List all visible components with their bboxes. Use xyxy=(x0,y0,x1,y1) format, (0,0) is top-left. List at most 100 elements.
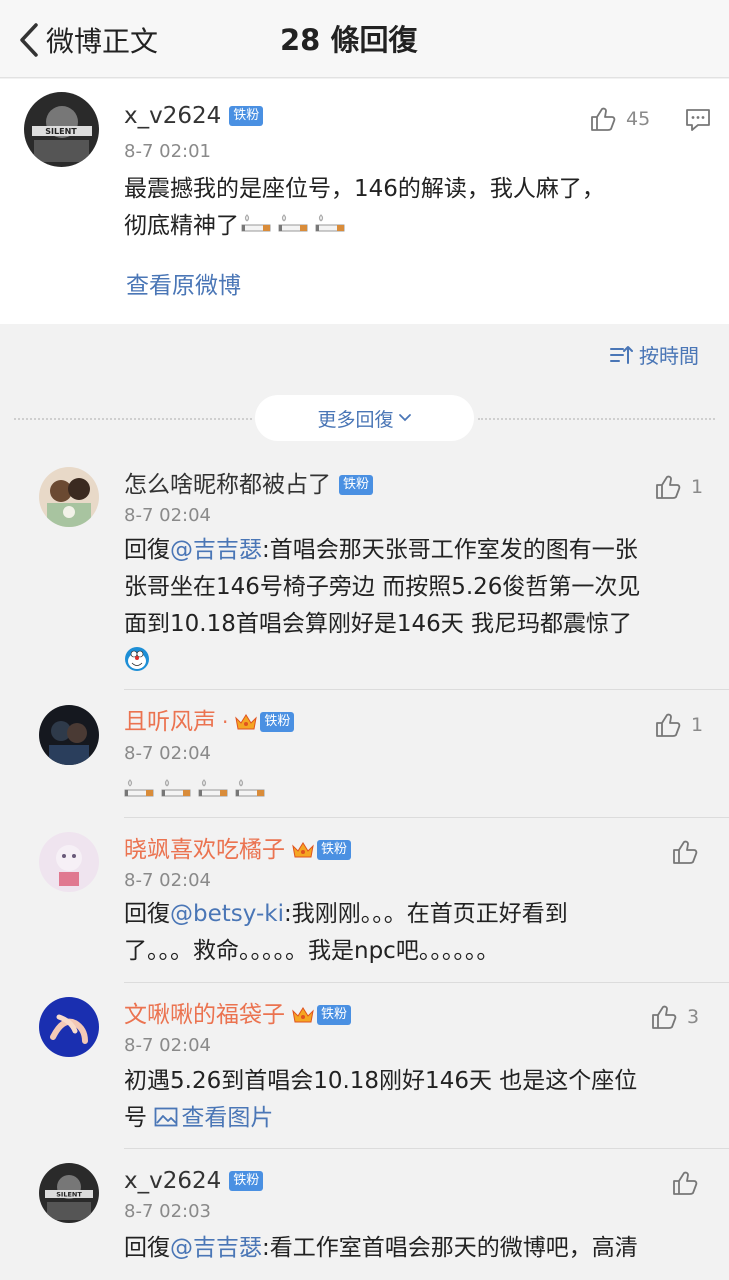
mention-link[interactable]: @betsy-ki xyxy=(170,901,284,927)
like-button[interactable] xyxy=(672,839,698,865)
view-image-label: 查看图片 xyxy=(181,1105,274,1131)
view-image-link[interactable]: 查看图片 xyxy=(154,1105,273,1131)
thumbs-up-icon xyxy=(656,475,681,499)
like-button[interactable]: 45 xyxy=(590,106,650,132)
comment-text xyxy=(124,773,272,810)
author-row: x_v2624 铁粉 xyxy=(124,1166,264,1196)
mention-link[interactable]: @吉吉瑟 xyxy=(170,1235,262,1261)
crown-icon xyxy=(292,1007,314,1023)
timestamp: 8-7 02:03 xyxy=(124,1201,211,1222)
username[interactable]: 晓飒喜欢吃橘子 xyxy=(124,835,285,865)
reply-prefix: 回復 xyxy=(124,1235,170,1261)
author-row: 文啾啾的福袋子 铁粉 xyxy=(124,1000,352,1030)
comment-text-line xyxy=(124,643,640,680)
fan-badge: 铁粉 xyxy=(317,1005,352,1025)
cigarette-emoji-icon xyxy=(315,214,345,232)
back-button[interactable]: 微博正文 xyxy=(18,20,158,60)
fan-badge: 铁粉 xyxy=(229,106,264,126)
like-button[interactable]: 1 xyxy=(655,712,703,738)
comment-text-line: 回復@betsy-ki:我刚刚。。。在首页正好看到 xyxy=(124,896,568,933)
reply-prefix: 回復 xyxy=(124,901,170,927)
avatar[interactable] xyxy=(39,832,99,892)
cigarette-emoji-icon xyxy=(124,779,154,797)
comment-text-line: 号 查看图片 xyxy=(124,1100,637,1137)
list-item: SILENT x_v2624 铁粉 8-7 02:03 回復@吉吉瑟:看工作室首… xyxy=(0,1149,729,1280)
username[interactable]: 且听风声 xyxy=(124,707,216,737)
list-item: 且听风声 · 铁粉 8-7 02:04 1 xyxy=(0,690,729,818)
thumbs-up-icon xyxy=(591,107,616,131)
sort-icon xyxy=(610,345,633,364)
svg-text:SILENT: SILENT xyxy=(56,1191,82,1199)
main-comment: SILENT x_v2624 铁粉 8-7 02:01 45 最震撼我的是座位号… xyxy=(0,79,729,324)
timestamp: 8-7 02:04 xyxy=(124,1035,211,1056)
username[interactable]: x_v2624 xyxy=(124,1166,221,1196)
comment-text: 回復@betsy-ki:我刚刚。。。在首页正好看到 了。。。救命。。。。。我是n… xyxy=(124,896,568,970)
avatar[interactable]: SILENT xyxy=(24,92,99,167)
avatar[interactable] xyxy=(39,705,99,765)
fan-badge: 铁粉 xyxy=(317,840,352,860)
cigarette-emoji-icon xyxy=(241,214,271,232)
comment-text-line: 彻底精神了 xyxy=(124,208,605,245)
avatar[interactable]: SILENT xyxy=(39,1163,99,1223)
comment-text-line: 了。。。救命。。。。。我是npc吧。。。。。。 xyxy=(124,938,500,964)
username[interactable]: 怎么啥昵称都被占了 xyxy=(124,470,331,500)
chevron-down-icon xyxy=(398,414,411,422)
comment-icon xyxy=(686,109,710,131)
comment-text-line: 面到10.18首唱会算刚好是146天 我尼玛都震惊了 xyxy=(124,611,633,637)
comment-text-line: 最震撼我的是座位号，146的解读，我人麻了， xyxy=(124,176,605,202)
comment-text-line xyxy=(124,773,272,810)
cigarette-emoji-icon xyxy=(235,779,265,797)
reply-prefix: 回復 xyxy=(124,537,170,563)
more-replies-label: 更多回復 xyxy=(317,408,394,431)
crown-icon xyxy=(235,714,258,730)
username[interactable]: x_v2624 xyxy=(124,101,221,131)
like-count: 1 xyxy=(691,476,704,498)
divider xyxy=(14,418,252,420)
navigation-bar: 微博正文 28 條回復 xyxy=(0,0,729,78)
timestamp: 8-7 02:04 xyxy=(124,870,211,891)
crown-icon xyxy=(292,842,314,858)
cigarette-emoji-icon xyxy=(161,779,191,797)
comment-text-part: :首唱会那天张哥工作室发的图有一张 xyxy=(262,537,638,563)
list-item: 怎么啥昵称都被占了 铁粉 8-7 02:04 1 回復@吉吉瑟:首唱会那天张哥工… xyxy=(0,462,729,690)
comment-text-part: 彻底精神了 xyxy=(124,213,239,239)
comment-text-line: 回復@吉吉瑟:首唱会那天张哥工作室发的图有一张 xyxy=(124,532,640,569)
like-button[interactable] xyxy=(672,1170,698,1196)
back-label: 微博正文 xyxy=(46,25,159,58)
cigarette-emoji-icon xyxy=(278,214,308,232)
fan-badge: 铁粉 xyxy=(229,1171,264,1191)
like-button[interactable]: 1 xyxy=(655,474,703,500)
comment-text-part: :我刚刚。。。在首页正好看到 xyxy=(283,901,568,927)
username[interactable]: 文啾啾的福袋子 xyxy=(124,1000,285,1030)
timestamp: 8-7 02:01 xyxy=(124,141,211,162)
thumbs-up-icon xyxy=(673,840,698,864)
thumbs-up-icon xyxy=(656,713,681,737)
author-row: x_v2624 铁粉 xyxy=(124,101,264,131)
sort-label: 按時間 xyxy=(639,344,699,368)
back-chevron-icon xyxy=(20,23,38,57)
author-row: 且听风声 · 铁粉 xyxy=(124,707,295,737)
comment-text: 回復@吉吉瑟:首唱会那天张哥工作室发的图有一张 张哥坐在146号椅子旁边 而按照… xyxy=(124,532,640,680)
avatar[interactable] xyxy=(39,467,99,527)
list-item: 文啾啾的福袋子 铁粉 8-7 02:04 3 初遇5.26到首唱会10.18刚好… xyxy=(0,983,729,1149)
mention-link[interactable]: @吉吉瑟 xyxy=(170,537,262,563)
thumbs-up-icon xyxy=(652,1005,677,1029)
reply-button[interactable] xyxy=(685,107,711,133)
comment-text-line: 回復@吉吉瑟:看工作室首唱会那天的微博吧，高清 xyxy=(124,1230,638,1267)
more-replies-button[interactable]: 更多回復 xyxy=(255,395,474,441)
avatar[interactable] xyxy=(39,997,99,1057)
fan-badge: 铁粉 xyxy=(260,712,295,732)
view-original-link[interactable]: 查看原微博 xyxy=(126,271,241,301)
like-button[interactable]: 3 xyxy=(651,1004,699,1030)
cigarette-emoji-icon xyxy=(198,779,228,797)
divider xyxy=(478,418,715,420)
doraemon-emoji-icon xyxy=(125,647,149,671)
comment-text: 最震撼我的是座位号，146的解读，我人麻了， 彻底精神了 xyxy=(124,171,605,245)
author-row: 怎么啥昵称都被占了 铁粉 xyxy=(124,470,374,500)
comment-text-line: 初遇5.26到首唱会10.18刚好146天 也是这个座位 xyxy=(124,1068,638,1094)
sort-toggle[interactable]: 按時間 xyxy=(609,340,699,369)
comment-text-line: 张哥坐在146号椅子旁边 而按照5.26俊哲第一次见 xyxy=(124,574,641,600)
author-row: 晓飒喜欢吃橘子 铁粉 xyxy=(124,835,352,865)
comment-text: 回復@吉吉瑟:看工作室首唱会那天的微博吧，高清 xyxy=(124,1230,638,1267)
like-count: 3 xyxy=(687,1006,700,1028)
